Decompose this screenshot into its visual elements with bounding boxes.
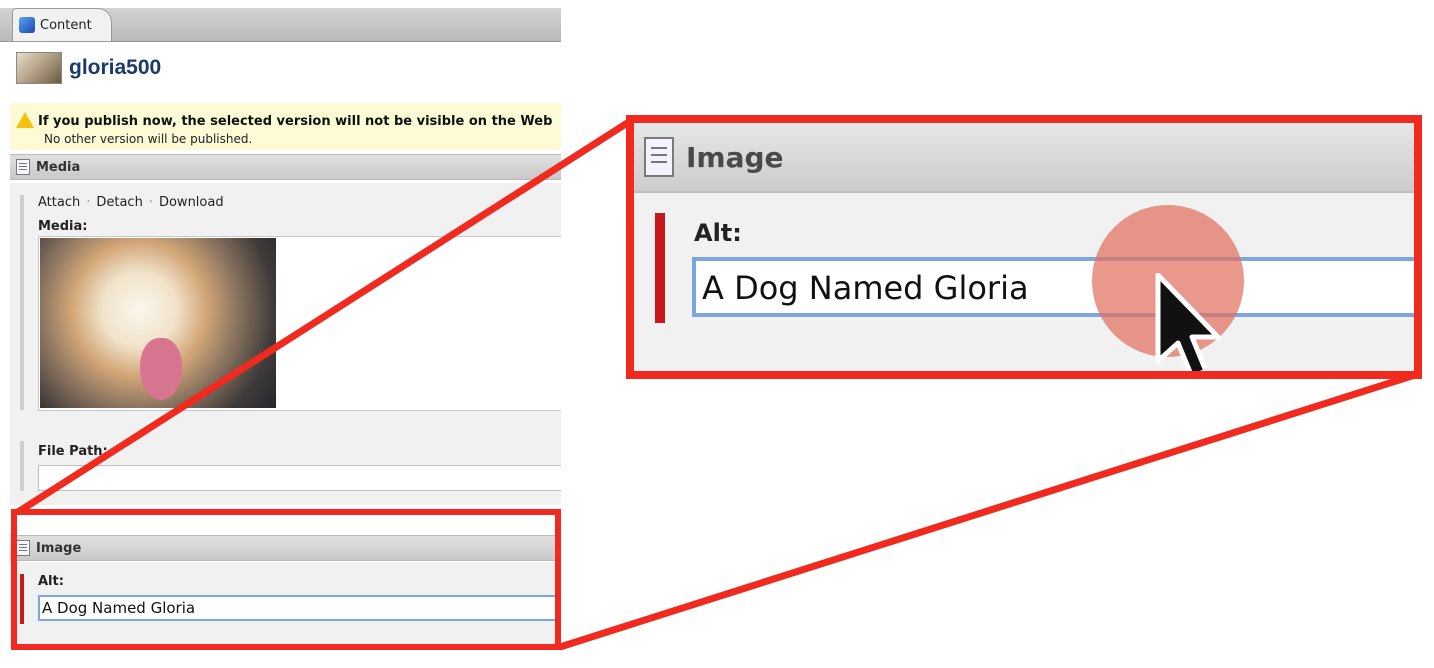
- detach-link[interactable]: Detach: [96, 195, 142, 210]
- document-icon: [16, 159, 30, 175]
- file-path-label: File Path:: [38, 444, 108, 459]
- media-section-title: Media: [36, 159, 81, 175]
- media-label: Media:: [38, 219, 88, 234]
- warning-icon: [16, 112, 34, 128]
- warning-subtitle: No other version will be published.: [44, 132, 253, 146]
- cube-icon: [19, 17, 35, 33]
- page-header: gloria500: [16, 50, 161, 86]
- tab-content[interactable]: Content: [12, 8, 112, 41]
- tab-label: Content: [40, 17, 92, 33]
- tab-strip: Content: [0, 8, 561, 42]
- field-group-bar: [655, 213, 665, 323]
- publish-warning: If you publish now, the selected version…: [10, 103, 561, 150]
- highlight-box: [11, 509, 561, 650]
- zoomed-image-section: Image Alt: A Dog Named Gloria: [626, 115, 1422, 379]
- page-title: gloria500: [69, 56, 162, 79]
- warning-title: If you publish now, the selected version…: [38, 114, 553, 129]
- file-path-input[interactable]: [38, 465, 561, 491]
- dog-thumbnail: [16, 52, 62, 84]
- zoomed-alt-label: Alt:: [694, 219, 742, 247]
- dog-photo: [40, 238, 276, 408]
- media-preview: [38, 236, 561, 411]
- zoomed-image-header: Image: [634, 123, 1414, 193]
- attach-link[interactable]: Attach: [38, 195, 80, 210]
- document-icon: [644, 137, 674, 177]
- media-section-header[interactable]: Media: [10, 154, 561, 180]
- zoomed-alt-input[interactable]: A Dog Named Gloria: [692, 257, 1414, 317]
- field-group-bar: [20, 441, 24, 491]
- zoomed-image-title: Image: [686, 140, 784, 174]
- field-group-bar: [20, 195, 24, 410]
- media-actions: Attach · Detach · Download: [38, 195, 224, 210]
- media-section-body: Attach · Detach · Download Media: File Path:: [10, 183, 561, 505]
- mouse-pointer-icon: [1155, 273, 1221, 371]
- download-link[interactable]: Download: [159, 195, 224, 210]
